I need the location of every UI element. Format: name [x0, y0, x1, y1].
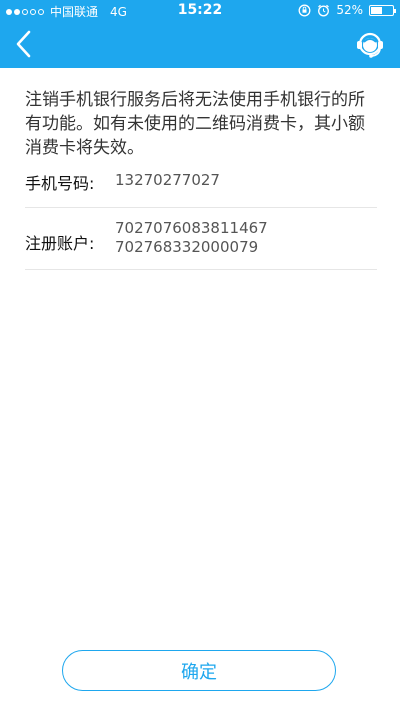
alarm-icon: [318, 4, 330, 16]
battery-icon: [369, 4, 396, 16]
chevron-left-icon: [16, 30, 31, 58]
battery-percent: 52%: [336, 3, 363, 17]
account-number: 7027076083811467: [115, 219, 268, 237]
phone-number-label: 手机号码:: [25, 174, 95, 193]
top-bar: 中国联通 4G 15:22 52%: [0, 0, 400, 68]
cancellation-notice: 注销手机银行服务后将无法使用手机银行的所有功能。如有未使用的二维码消费卡，其小额…: [25, 90, 365, 158]
confirm-button[interactable]: 确定: [62, 650, 336, 691]
phone-number-value: 13270277027: [115, 171, 220, 189]
account-number: 702768332000079: [115, 238, 259, 256]
customer-service-button[interactable]: [354, 29, 386, 61]
registered-account-row: 注册账户: 7027076083811467 702768332000079: [25, 208, 377, 270]
customer-service-icon: [357, 32, 383, 58]
phone-number-row: 手机号码: 13270277027: [25, 165, 377, 208]
battery-fill: [371, 6, 382, 14]
back-button[interactable]: [10, 28, 38, 60]
status-bar: 中国联通 4G 15:22 52%: [0, 0, 400, 22]
account-list: 7027076083811467 702768332000079: [115, 219, 268, 257]
rotation-lock-icon: [298, 4, 311, 16]
registered-account-label: 注册账户:: [25, 234, 95, 253]
